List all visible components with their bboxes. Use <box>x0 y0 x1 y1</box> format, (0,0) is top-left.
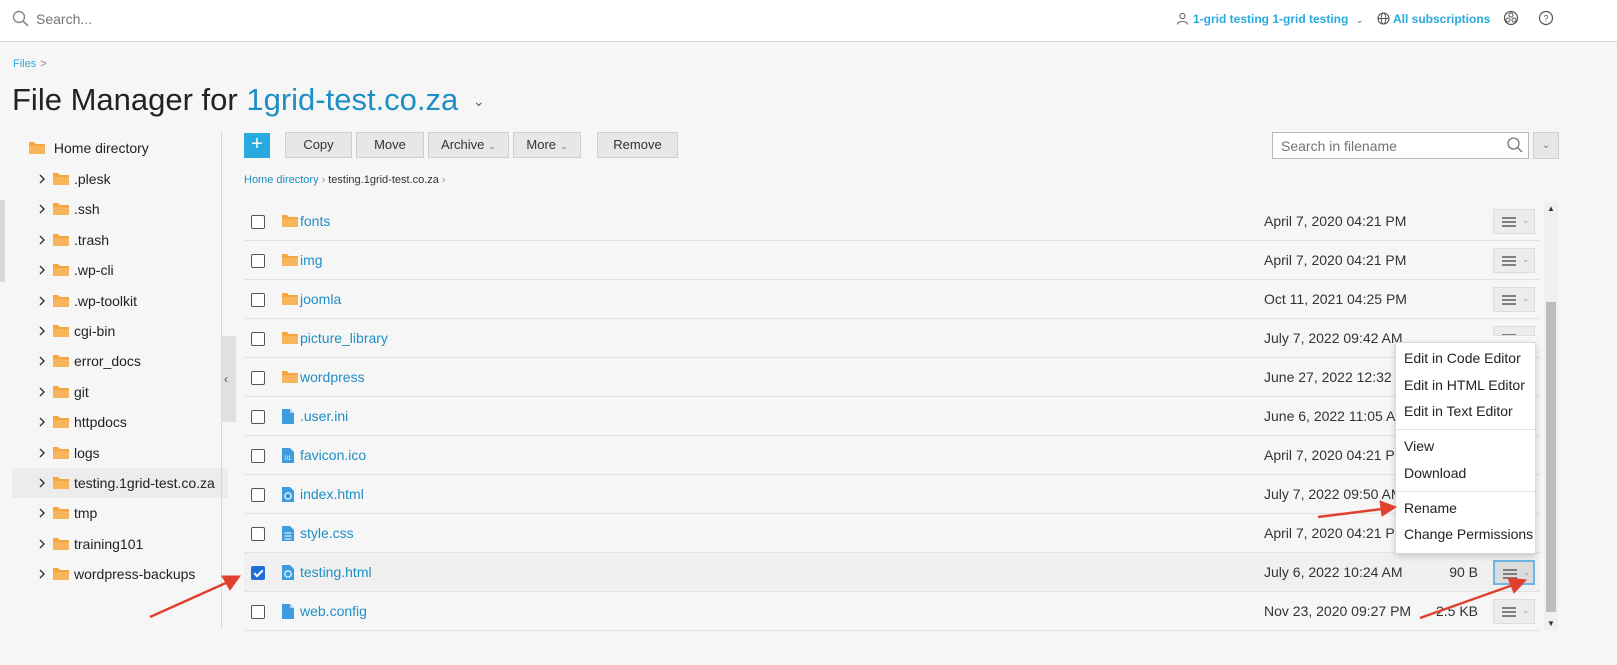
annotation-arrows <box>149 500 1528 620</box>
annotation-arrow-menu-button <box>1419 577 1528 620</box>
annotation-arrow-checkbox <box>149 575 241 619</box>
annotation-arrow-rename <box>1317 500 1398 519</box>
